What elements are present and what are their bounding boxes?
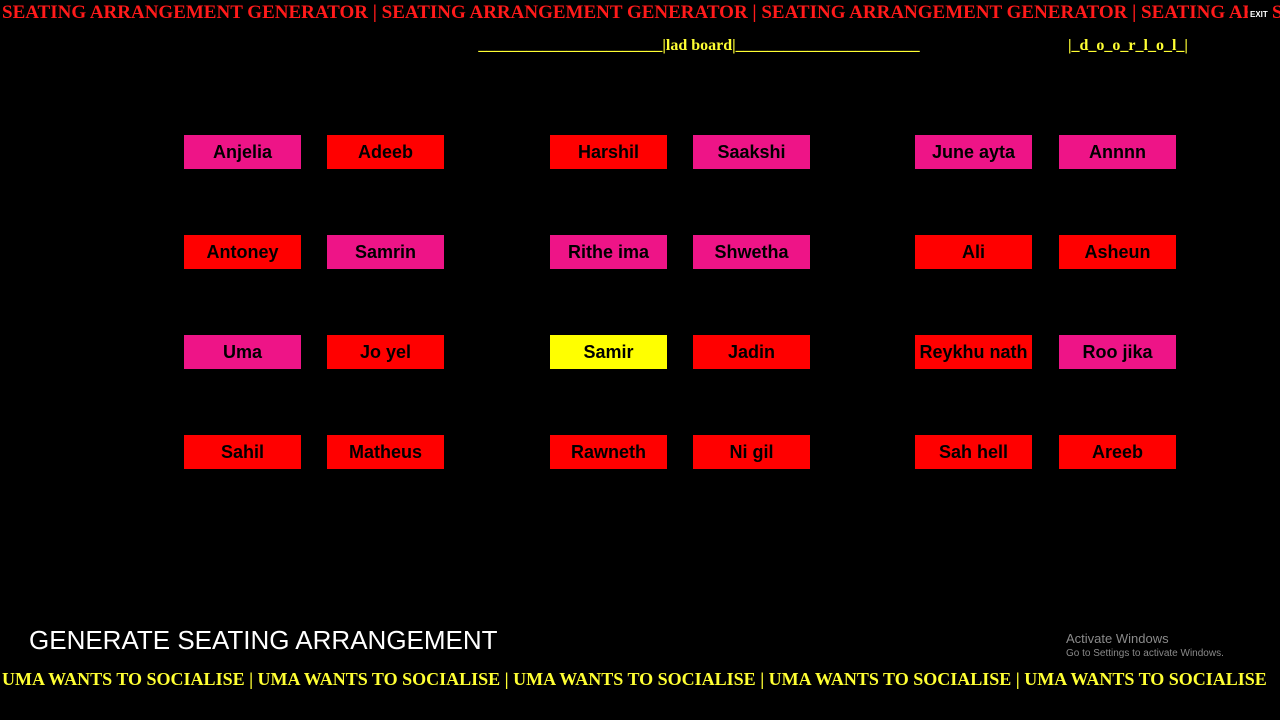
seat-button[interactable]: Sahil <box>184 435 301 469</box>
activate-windows-watermark: Activate Windows Go to Settings to activ… <box>1066 631 1224 661</box>
board-label: _______________________|lad board|______… <box>478 37 920 54</box>
exit-button[interactable]: EXIT <box>1250 10 1268 19</box>
door-label: |_d_o_o_r_l_o_l_| <box>1068 37 1188 54</box>
seat-button[interactable]: Saakshi <box>693 135 810 169</box>
seat-button[interactable]: Shwetha <box>693 235 810 269</box>
seat-button[interactable]: Jadin <box>693 335 810 369</box>
seat-button[interactable]: Areeb <box>1059 435 1176 469</box>
generate-seating-button[interactable]: GENERATE SEATING ARRANGEMENT <box>29 624 498 656</box>
seat-button[interactable]: Rithe ima <box>550 235 667 269</box>
top-marquee-tail: S <box>1272 2 1280 23</box>
seat-button[interactable]: Antoney <box>184 235 301 269</box>
seat-button[interactable]: Matheus <box>327 435 444 469</box>
watermark-title: Activate Windows <box>1066 631 1169 646</box>
seat-button[interactable]: Samrin <box>327 235 444 269</box>
seat-button[interactable]: Ali <box>915 235 1032 269</box>
seat-button[interactable]: Ni gil <box>693 435 810 469</box>
seat-button[interactable]: Adeeb <box>327 135 444 169</box>
seat-button[interactable]: Anjelia <box>184 135 301 169</box>
seat-button[interactable]: Asheun <box>1059 235 1176 269</box>
seat-button[interactable]: Uma <box>184 335 301 369</box>
seat-button[interactable]: Sah hell <box>915 435 1032 469</box>
seat-button[interactable]: Annnn <box>1059 135 1176 169</box>
seat-button[interactable]: June ayta <box>915 135 1032 169</box>
seat-button[interactable]: Rawneth <box>550 435 667 469</box>
bottom-marquee: UMA WANTS TO SOCIALISE | UMA WANTS TO SO… <box>2 669 1267 689</box>
seat-button[interactable]: Harshil <box>550 135 667 169</box>
watermark-subtitle: Go to Settings to activate Windows. <box>1066 648 1224 659</box>
seat-button[interactable]: Jo yel <box>327 335 444 369</box>
top-marquee: SEATING ARRANGEMENT GENERATOR | SEATING … <box>2 2 1248 23</box>
seat-button[interactable]: Reykhu nath <box>915 335 1032 369</box>
seat-button[interactable]: Samir <box>550 335 667 369</box>
seat-button[interactable]: Roo jika <box>1059 335 1176 369</box>
